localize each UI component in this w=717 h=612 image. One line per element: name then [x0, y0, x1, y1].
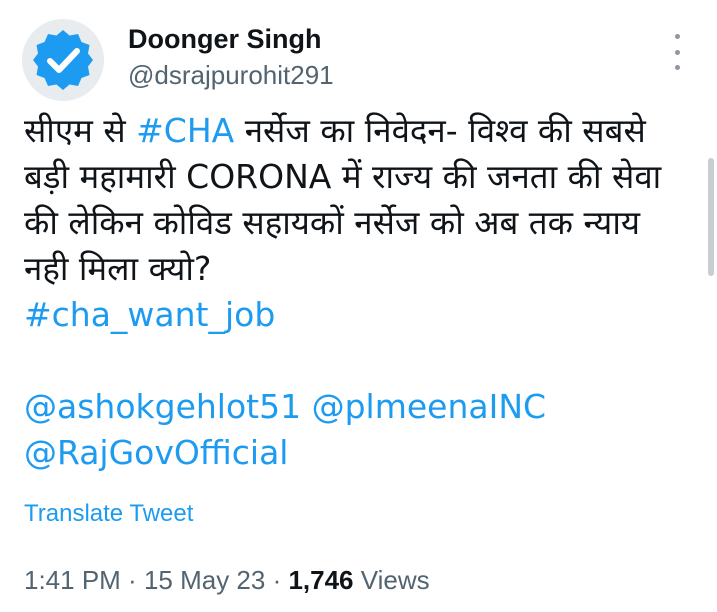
- tweet-text: सीएम से #CHA नर्सेज का निवेदन- विश्व की …: [24, 108, 684, 476]
- tweet-card: Doonger Singh @dsrajpurohit291 सीएम से #…: [0, 0, 717, 612]
- views-count[interactable]: 1,746: [288, 565, 353, 595]
- tweet-line-3: की लेकिन कोविड सहायकों नर्सेज को अब तक न…: [24, 203, 641, 242]
- scrollbar[interactable]: [708, 158, 714, 276]
- verified-badge-icon: [33, 30, 93, 90]
- more-dot: [674, 49, 680, 55]
- tweet-date[interactable]: 15 May 23: [144, 565, 265, 595]
- display-name[interactable]: Doonger Singh: [128, 22, 334, 56]
- separator: ·: [120, 565, 144, 595]
- mention-link[interactable]: @plmeenaINC: [312, 387, 546, 426]
- tweet-line-1: सीएम से #CHA नर्सेज का निवेदन- विश्व की …: [24, 108, 684, 154]
- tweet-metadata: 1:41 PM · 15 May 23 · 1,746 Views: [24, 562, 430, 598]
- mention-link[interactable]: @ashokgehlot51: [24, 387, 301, 426]
- separator: ·: [265, 565, 289, 595]
- tweet-text-segment: नर्सेज का निवेदन- विश्व की सबसे: [234, 111, 646, 150]
- user-handle[interactable]: @dsrajpurohit291: [128, 58, 334, 92]
- tweet-line-2: बड़ी महामारी CORONA में राज्य की जनता की…: [24, 157, 662, 196]
- views-label: Views: [353, 565, 430, 595]
- more-options-icon[interactable]: [667, 34, 687, 70]
- mentions-line: @ashokgehlot51 @plmeenaINC: [24, 384, 684, 430]
- tweet-time[interactable]: 1:41 PM: [24, 565, 121, 595]
- translate-tweet-link[interactable]: Translate Tweet: [24, 498, 193, 530]
- tweet-text-segment: सीएम से: [24, 111, 137, 150]
- more-dot: [674, 34, 680, 39]
- hashtag-link[interactable]: #cha_want_job: [24, 292, 684, 338]
- avatar[interactable]: [22, 19, 104, 101]
- tweet-line-4: नही मिला क्यो?: [24, 249, 212, 288]
- author-info: Doonger Singh @dsrajpurohit291: [128, 22, 334, 92]
- hashtag-link[interactable]: #CHA: [136, 111, 234, 150]
- mention-link[interactable]: @RajGovOfficial: [24, 430, 684, 476]
- more-dot: [674, 65, 680, 70]
